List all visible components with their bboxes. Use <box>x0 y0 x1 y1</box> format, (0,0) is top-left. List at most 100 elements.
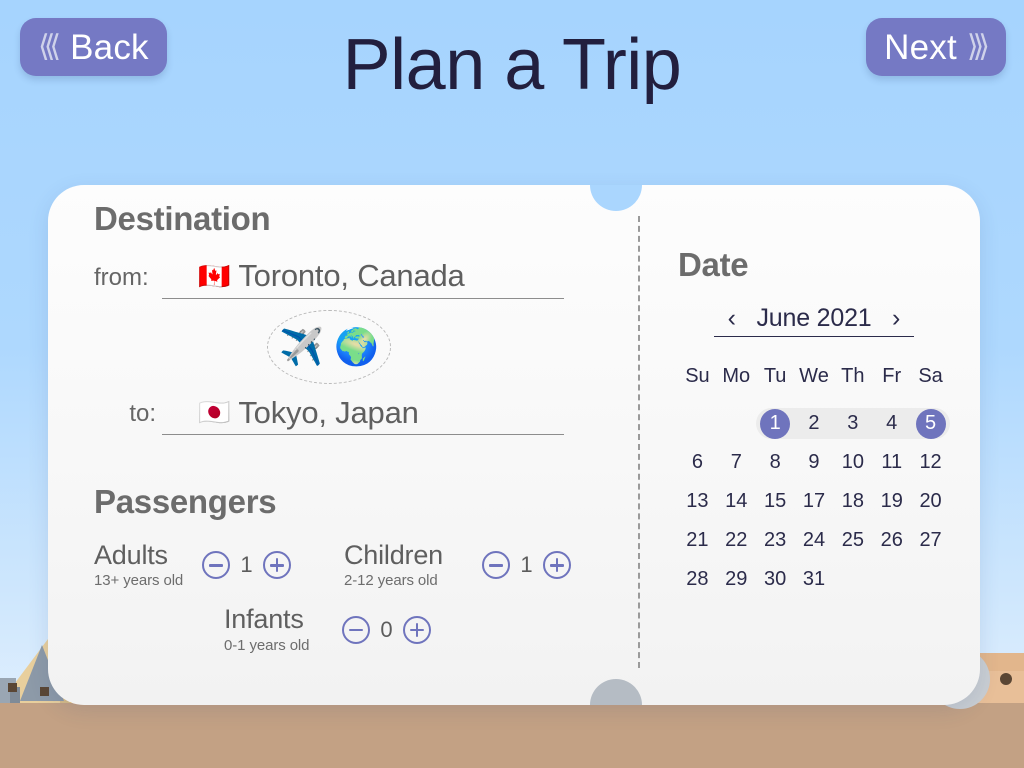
calendar-day-cell[interactable]: 4 <box>872 404 911 443</box>
calendar-grid: Su Mo Tu We Th Fr Sa 1 2 3 4 5 6 7 8 9 10 11 12 13 14 15 17 18 1… <box>678 357 950 599</box>
calendar-day-number: 30 <box>764 568 787 590</box>
calendar-day-cell[interactable]: 30 <box>756 560 795 599</box>
calendar-day-number: 11 <box>881 451 903 473</box>
calendar-empty-cell <box>833 560 872 599</box>
calendar-day-number: 21 <box>686 529 709 551</box>
calendar-day-number <box>877 565 907 595</box>
decrement-children-button[interactable] <box>482 551 510 580</box>
passenger-group-age: 13+ years old <box>94 572 184 590</box>
calendar-empty-cell <box>717 404 756 443</box>
next-button-label: Next <box>884 27 957 67</box>
decrement-adults-button[interactable] <box>202 551 230 580</box>
increment-adults-button[interactable] <box>263 551 291 580</box>
calendar-day-cell[interactable]: 18 <box>833 482 872 521</box>
calendar-day-cell[interactable]: 3 <box>833 404 872 443</box>
weekday-label: Fr <box>882 365 902 387</box>
calendar-day-number: 23 <box>764 529 787 551</box>
chevron-right-icon: ⟩⟩⟩ <box>966 30 990 63</box>
decrement-infants-button[interactable] <box>342 615 370 644</box>
calendar-day-cell[interactable]: 22 <box>717 521 756 560</box>
calendar-day-number: 28 <box>686 568 709 590</box>
calendar-day-cell[interactable]: 23 <box>756 521 795 560</box>
calendar-day-cell[interactable]: 6 <box>678 443 717 482</box>
calendar-day-number <box>721 409 751 439</box>
weekday-label: Mo <box>722 365 751 387</box>
calendar-day-number <box>838 565 868 595</box>
weekday-label: Th <box>841 365 865 387</box>
to-city-value: Tokyo, Japan <box>238 394 419 430</box>
increment-infants-button[interactable] <box>403 615 431 644</box>
calendar-day-cell[interactable]: 25 <box>833 521 872 560</box>
ticket-notch-top <box>590 185 642 211</box>
weekday-label: We <box>799 365 829 387</box>
japan-flag-icon: 🇯🇵 <box>198 397 231 428</box>
calendar-day-number: 9 <box>808 451 820 473</box>
passenger-group-text: Adults 13+ years old <box>94 541 188 590</box>
calendar-day-cell[interactable]: 8 <box>756 443 795 482</box>
calendar-day-cell[interactable]: 27 <box>911 521 950 560</box>
adults-count: 1 <box>240 552 253 578</box>
calendar-day-cell[interactable]: 28 <box>678 560 717 599</box>
passengers-heading: Passengers <box>94 483 277 520</box>
passenger-stepper: 1 <box>202 551 291 580</box>
passenger-group-age: 2-12 years old <box>344 572 438 590</box>
children-count: 1 <box>520 552 533 578</box>
calendar-day-cell[interactable]: 14 <box>717 482 756 521</box>
calendar-day-number: 14 <box>725 490 748 512</box>
next-month-button[interactable]: › <box>890 306 902 331</box>
calendar-day-cell[interactable]: 19 <box>872 482 911 521</box>
passenger-groups: Adults 13+ years old 1 Children 2-12 years o… <box>94 541 594 654</box>
destination-section: Destination from: 🇨🇦 Toronto, Canada ✈️ … <box>94 200 564 436</box>
calendar-empty-cell <box>872 560 911 599</box>
calendar-week-row: 28 29 30 31 <box>678 560 950 599</box>
calendar-day-number: 24 <box>802 529 826 551</box>
passenger-stepper: 0 <box>342 615 431 644</box>
calendar-day-number: 1 <box>760 408 791 439</box>
from-row: from: 🇨🇦 Toronto, Canada <box>94 258 564 299</box>
calendar-day-number: 10 <box>841 451 864 473</box>
to-input[interactable]: 🇯🇵 Tokyo, Japan <box>162 395 564 436</box>
airplane-icon: ✈️ <box>279 325 324 367</box>
calendar-day-number: 3 <box>847 412 859 434</box>
calendar-day-number: 19 <box>880 490 903 512</box>
from-label: from: <box>94 263 149 291</box>
weekday-label: Tu <box>763 365 787 387</box>
date-section: Date ‹ June 2021 › Su Mo Tu We Th Fr Sa 1 2 3 4 5 6 7… <box>678 246 950 599</box>
ticket-notch-bottom <box>590 679 642 705</box>
calendar-day-cell[interactable]: 5 <box>911 404 950 443</box>
calendar-day-number: 27 <box>919 529 942 551</box>
calendar-day-cell[interactable]: 13 <box>678 482 717 521</box>
next-button[interactable]: Next ⟩⟩⟩ <box>866 18 1006 76</box>
calendar-day-cell[interactable]: 12 <box>911 443 950 482</box>
to-label: to: <box>129 400 156 428</box>
calendar-empty-cell <box>911 560 950 599</box>
calendar-day-number: 18 <box>841 490 864 512</box>
calendar-day-cell[interactable]: 9 <box>795 443 834 482</box>
passenger-group-infants: Infants 0-1 years old 0 <box>224 604 431 654</box>
calendar-day-number: 31 <box>802 568 826 590</box>
calendar-day-cell[interactable]: 7 <box>717 443 756 482</box>
calendar-week-row: 12 3 45 <box>678 404 950 443</box>
passengers-section: Passengers Adults 13+ years old 1 Children 2… <box>94 483 594 654</box>
calendar-day-cell[interactable]: 29 <box>717 560 756 599</box>
calendar-day-cell[interactable]: 17 <box>795 482 834 521</box>
calendar-day-cell[interactable]: 10 <box>833 443 872 482</box>
calendar-day-cell[interactable]: 11 <box>872 443 911 482</box>
calendar-day-number: 6 <box>691 451 703 473</box>
calendar-day-cell[interactable]: 21 <box>678 521 717 560</box>
destination-heading: Destination <box>94 200 271 237</box>
calendar-day-cell[interactable]: 20 <box>911 482 950 521</box>
passenger-group-name: Infants <box>224 604 304 635</box>
calendar-day-cell[interactable]: 15 <box>756 482 795 521</box>
calendar-day-cell[interactable]: 26 <box>872 521 911 560</box>
calendar-day-cell[interactable]: 24 <box>795 521 834 560</box>
swap-direction-button[interactable]: ✈️ 🌍 <box>267 309 391 384</box>
weekday-label: Sa <box>918 365 943 387</box>
from-input[interactable]: 🇨🇦 Toronto, Canada <box>162 258 564 299</box>
calendar-day-cell[interactable]: 2 <box>795 404 834 443</box>
calendar-day-cell[interactable]: 31 <box>795 560 834 599</box>
increment-children-button[interactable] <box>543 551 571 580</box>
previous-month-button[interactable]: ‹ <box>726 306 738 331</box>
calendar-day-number: 25 <box>841 529 864 551</box>
calendar-day-cell[interactable]: 1 <box>756 404 795 443</box>
